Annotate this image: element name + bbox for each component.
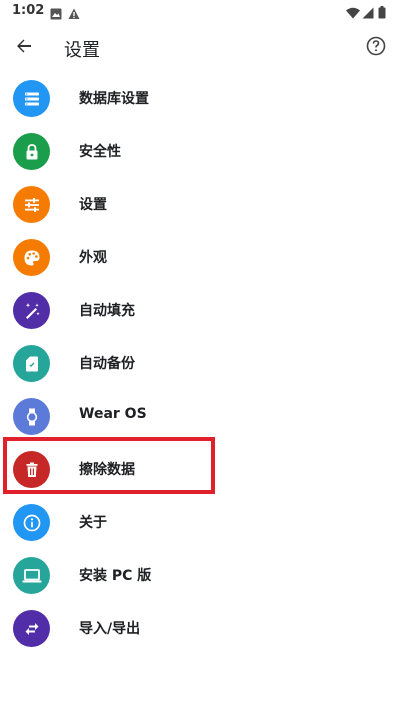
sd-card-icon (13, 345, 50, 382)
back-button[interactable] (10, 34, 38, 62)
menu-item-security[interactable]: 安全性 (0, 125, 400, 178)
status-left-icons (50, 5, 80, 20)
menu-item-label: 设置 (79, 197, 107, 213)
storage-list-icon (13, 80, 50, 117)
menu-item-label: 安装 PC 版 (79, 568, 152, 584)
menu-item-about[interactable]: 关于 (0, 496, 400, 549)
info-icon (13, 504, 50, 541)
menu-item-label: 擦除数据 (79, 462, 135, 478)
menu-item-auto-backup[interactable]: 自动备份 (0, 337, 400, 390)
menu-item-label: 自动备份 (79, 356, 135, 372)
cell-signal-icon (362, 4, 374, 19)
alert-notification-icon (68, 5, 80, 19)
status-right-icons (346, 4, 386, 19)
smartwatch-icon (13, 398, 50, 435)
menu-item-label: 外观 (79, 250, 107, 266)
status-time: 1:02 (12, 3, 45, 18)
battery-icon (378, 4, 386, 19)
arrow-back-icon (14, 36, 34, 60)
menu-item-label: 安全性 (79, 144, 121, 160)
import-export-arrows-icon (13, 610, 50, 647)
menu-item-appearance[interactable]: 外观 (0, 231, 400, 284)
settings-menu-list: 数据库设置 安全性 设置 外观 自动填充 自动备份 Wear OS 擦除数据 关… (0, 72, 400, 655)
menu-item-wear-os[interactable]: Wear OS (0, 390, 400, 443)
menu-item-settings[interactable]: 设置 (0, 178, 400, 231)
tune-sliders-icon (13, 186, 50, 223)
menu-item-import-export[interactable]: 导入/导出 (0, 602, 400, 655)
menu-item-label: Wear OS (79, 406, 147, 422)
laptop-icon (13, 557, 50, 594)
menu-item-label: 自动填充 (79, 303, 135, 319)
menu-item-install-pc[interactable]: 安装 PC 版 (0, 549, 400, 602)
menu-item-label: 导入/导出 (79, 621, 141, 637)
menu-item-autofill[interactable]: 自动填充 (0, 284, 400, 337)
status-bar: 1:02 (0, 0, 400, 24)
image-notification-icon (50, 5, 62, 20)
wifi-icon (346, 4, 360, 19)
help-button[interactable] (362, 34, 390, 62)
menu-item-database-settings[interactable]: 数据库设置 (0, 72, 400, 125)
app-bar: 设置 (0, 24, 400, 72)
menu-item-label: 关于 (79, 515, 107, 531)
lock-icon (13, 133, 50, 170)
page-title: 设置 (64, 40, 100, 61)
menu-item-wipe-data[interactable]: 擦除数据 (0, 443, 400, 496)
trash-icon (13, 451, 50, 488)
palette-icon (13, 239, 50, 276)
help-circle-icon (366, 36, 386, 60)
magic-wand-icon (13, 292, 50, 329)
menu-item-label: 数据库设置 (79, 91, 149, 107)
